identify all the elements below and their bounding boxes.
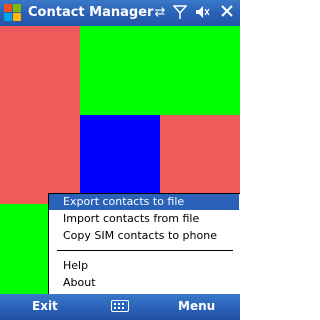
signal-icon[interactable] <box>172 4 188 22</box>
menu-item-import[interactable]: Import contacts from file <box>49 211 239 227</box>
green-block-top <box>80 26 240 115</box>
popup-menu: Export contacts to file Import contacts … <box>48 193 240 294</box>
keyboard-icon[interactable] <box>111 300 129 312</box>
red-block-left <box>0 26 80 204</box>
title-bar: Contact Manager ⇄ <box>0 0 240 26</box>
app-title: Contact Manager <box>28 5 154 20</box>
menu-item-about[interactable]: About <box>49 275 239 291</box>
close-icon[interactable] <box>219 4 235 22</box>
softkey-bar: Exit Menu <box>0 294 240 320</box>
blue-block <box>80 115 160 204</box>
connectivity-icon[interactable]: ⇄ <box>152 4 168 22</box>
menu-item-copy-sim[interactable]: Copy SIM contacts to phone <box>49 228 239 244</box>
volume-icon[interactable] <box>194 4 210 22</box>
menu-separator <box>57 250 233 251</box>
menu-item-export[interactable]: Export contacts to file <box>49 194 239 210</box>
start-flag-icon[interactable] <box>4 4 22 22</box>
red-block-right <box>160 115 240 204</box>
green-block-bottom <box>0 204 48 294</box>
menu-item-help[interactable]: Help <box>49 258 239 274</box>
exit-softkey[interactable]: Exit <box>32 299 58 313</box>
menu-softkey[interactable]: Menu <box>178 299 215 313</box>
